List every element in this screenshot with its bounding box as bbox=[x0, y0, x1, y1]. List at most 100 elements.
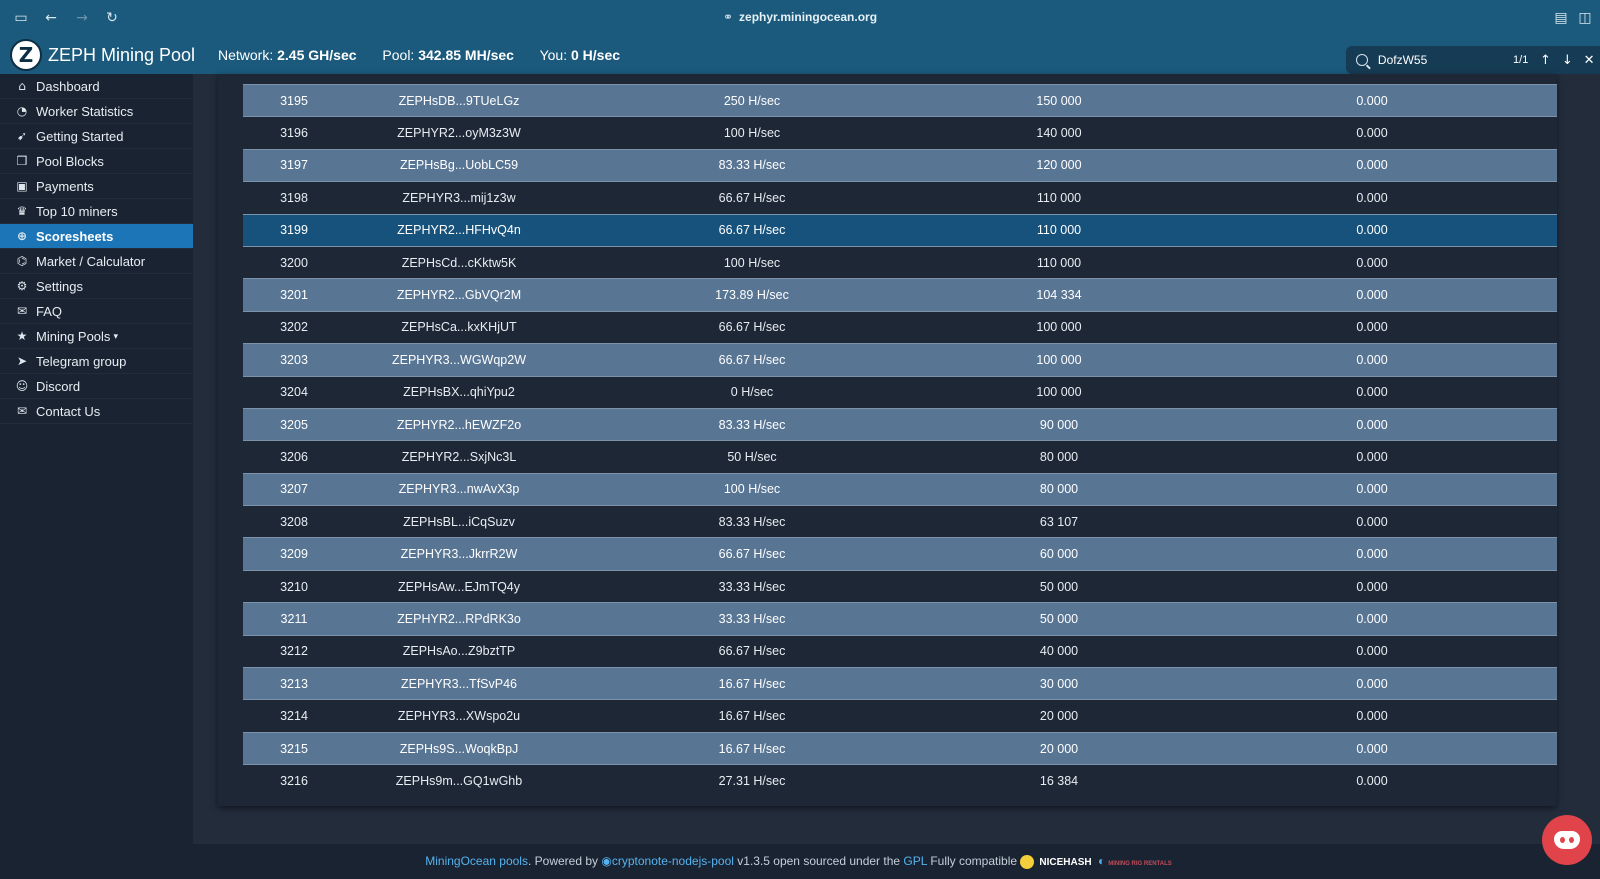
miner-address-cell: ZEPHsDB...9TUeLGz bbox=[345, 83, 573, 117]
hashrate-cell: 16.67 H/sec bbox=[573, 667, 931, 700]
address-bar[interactable]: ⚭ zephyr.miningocean.org bbox=[0, 10, 1600, 24]
sidebar-item-mining-pools[interactable]: ★ Mining Pools ▾ bbox=[0, 324, 193, 349]
score-cell: 80 000 bbox=[931, 440, 1187, 474]
hashrate-cell: 250 H/sec bbox=[573, 83, 931, 117]
table-row: 3208 ZEPHsBL...iCqSuzv 83.33 H/sec 63 107 0.… bbox=[243, 505, 1557, 538]
miner-address-cell: ZEPHsBX...qhiYpu2 bbox=[345, 375, 573, 409]
table-row: 3210 ZEPHsAw...EJmTQ4y 33.33 H/sec 50 000 0.… bbox=[243, 569, 1557, 603]
payout-cell: 0.000 bbox=[1187, 83, 1557, 117]
table-row: 3195 ZEPHsDB...9TUeLGz 250 H/sec 150 000 0.0… bbox=[243, 83, 1557, 117]
rank-cell: 3200 bbox=[243, 245, 345, 279]
table-row: 3212 ZEPHsAo...Z9bztTP 66.67 H/sec 40 000 0.… bbox=[243, 634, 1557, 668]
sidebar-item-scoresheets[interactable]: ⊕ Scoresheets bbox=[0, 224, 193, 249]
sidebar-item-telegram-group[interactable]: ➤ Telegram group bbox=[0, 349, 193, 374]
rank-cell: 3214 bbox=[243, 699, 345, 733]
split-view-icon[interactable]: ◫ bbox=[1576, 9, 1594, 27]
hashrate-cell: 27.31 H/sec bbox=[573, 764, 931, 798]
network-stat: Network: 2.45 GH/sec bbox=[218, 47, 357, 63]
score-cell: 60 000 bbox=[931, 537, 1187, 571]
sidebar-item-contact-us[interactable]: ✉ Contact Us bbox=[0, 399, 193, 424]
table-row: 3203 ZEPHYR3...WGWqp2W 66.67 H/sec 100 000 0… bbox=[243, 343, 1557, 377]
you-stat: You: 0 H/sec bbox=[539, 47, 621, 63]
payout-cell: 0.000 bbox=[1187, 602, 1557, 636]
find-previous-icon[interactable]: ↑ bbox=[1535, 53, 1557, 68]
table-row: 3207 ZEPHYR3...nwAvX3p 100 H/sec 80 000 0.00… bbox=[243, 472, 1557, 506]
support-icon: ⊕ bbox=[16, 229, 28, 243]
gpl-link[interactable]: GPL bbox=[903, 854, 927, 868]
find-next-icon[interactable]: ↓ bbox=[1556, 53, 1578, 68]
miningocean-pools-link[interactable]: MiningOcean pools bbox=[425, 854, 528, 868]
brand-title: ZEPH Mining Pool bbox=[48, 44, 196, 65]
rank-cell: 3205 bbox=[243, 407, 345, 441]
hashrate-cell: 83.33 H/sec bbox=[573, 505, 931, 538]
find-input[interactable]: DofzW55 bbox=[1378, 53, 1507, 67]
cryptonote-pool-link[interactable]: cryptonote-nodejs-pool bbox=[612, 854, 734, 868]
table-row: 3199 ZEPHYR2...HFHvQ4n 66.67 H/sec 110 000 0… bbox=[243, 213, 1557, 247]
score-cell: 100 000 bbox=[931, 375, 1187, 409]
miner-address-cell: ZEPHYR3...mij1z3w bbox=[345, 181, 573, 215]
rank-cell: 3207 bbox=[243, 472, 345, 506]
hashrate-cell: 0 H/sec bbox=[573, 375, 931, 409]
score-cell: 100 000 bbox=[931, 310, 1187, 344]
hashrate-cell: 66.67 H/sec bbox=[573, 634, 931, 668]
nicehash-logo[interactable]: NICEHASH bbox=[1036, 845, 1094, 879]
scoresheet-table: 3195 ZEPHsDB...9TUeLGz 250 H/sec 150 000 0.0… bbox=[243, 83, 1557, 798]
payout-cell: 0.000 bbox=[1187, 505, 1557, 538]
miner-address-cell: ZEPHYR3...XWspo2u bbox=[345, 699, 573, 733]
payout-cell: 0.000 bbox=[1187, 407, 1557, 441]
score-cell: 20 000 bbox=[931, 699, 1187, 733]
sidebar-item-worker-statistics[interactable]: ◔ Worker Statistics bbox=[0, 99, 193, 124]
sidebar-item-pool-blocks[interactable]: ❒ Pool Blocks bbox=[0, 149, 193, 174]
table-row: 3214 ZEPHYR3...XWspo2u 16.67 H/sec 20 000 0.… bbox=[243, 699, 1557, 733]
bank-icon: ⌬ bbox=[16, 254, 28, 268]
miner-address-cell: ZEPHsAw...EJmTQ4y bbox=[345, 569, 573, 603]
sidebar-item-market-calculator[interactable]: ⌬ Market / Calculator bbox=[0, 249, 193, 274]
hashrate-cell: 33.33 H/sec bbox=[573, 602, 931, 636]
table-row: 3197 ZEPHsBg...UobLC59 83.33 H/sec 120 000 0… bbox=[243, 148, 1557, 182]
sidebar-item-discord[interactable]: ☺ Discord bbox=[0, 374, 193, 399]
mrr-logo[interactable]: MINING RIG RENTALS bbox=[1105, 847, 1175, 879]
sidebar-item-getting-started[interactable]: ➹ Getting Started bbox=[0, 124, 193, 149]
rank-cell: 3203 bbox=[243, 343, 345, 377]
sidebar: ⌂ Dashboard ◔ Worker Statistics ➹ Getting S… bbox=[0, 74, 193, 844]
payout-cell: 0.000 bbox=[1187, 213, 1557, 247]
sidebar-item-payments[interactable]: ▣ Payments bbox=[0, 174, 193, 199]
payout-cell: 0.000 bbox=[1187, 181, 1557, 215]
rank-cell: 3195 bbox=[243, 83, 345, 117]
score-cell: 16 384 bbox=[931, 764, 1187, 798]
rank-cell: 3212 bbox=[243, 634, 345, 668]
discord-icon bbox=[1554, 831, 1580, 849]
find-close-icon[interactable]: ✕ bbox=[1578, 53, 1600, 68]
sidebar-item-settings[interactable]: ⚙ Settings bbox=[0, 274, 193, 299]
hashrate-cell: 100 H/sec bbox=[573, 245, 931, 279]
miner-address-cell: ZEPHsBL...iCqSuzv bbox=[345, 505, 573, 538]
score-cell: 40 000 bbox=[931, 634, 1187, 668]
sidebar-item-faq[interactable]: ✉ FAQ bbox=[0, 299, 193, 324]
sidebar-item-top-10-miners[interactable]: ♛ Top 10 miners bbox=[0, 199, 193, 224]
table-row: 3198 ZEPHYR3...mij1z3w 66.67 H/sec 110 000 0… bbox=[243, 181, 1557, 215]
rank-cell: 3211 bbox=[243, 602, 345, 636]
rank-cell: 3215 bbox=[243, 731, 345, 765]
find-match-count: 1/1 bbox=[1513, 54, 1529, 66]
hashrate-cell: 66.67 H/sec bbox=[573, 213, 931, 247]
score-cell: 80 000 bbox=[931, 472, 1187, 506]
hashrate-cell: 33.33 H/sec bbox=[573, 569, 931, 603]
reader-icon[interactable]: ▤ bbox=[1552, 9, 1570, 27]
rank-cell: 3198 bbox=[243, 181, 345, 215]
table-row: 3202 ZEPHsCa...kxKHjUT 66.67 H/sec 100 000 0… bbox=[243, 310, 1557, 344]
caret-down-icon: ▾ bbox=[113, 330, 118, 341]
score-cell: 140 000 bbox=[931, 116, 1187, 150]
discord-chat-button[interactable] bbox=[1542, 815, 1592, 865]
sidebar-item-dashboard[interactable]: ⌂ Dashboard bbox=[0, 74, 193, 99]
table-row: 3196 ZEPHYR2...oyM3z3W 100 H/sec 140 000 0.0… bbox=[243, 116, 1557, 150]
pool-stat: Pool: 342.85 MH/sec bbox=[382, 47, 514, 63]
payout-cell: 0.000 bbox=[1187, 375, 1557, 409]
hashrate-cell: 100 H/sec bbox=[573, 116, 931, 150]
hashrate-cell: 83.33 H/sec bbox=[573, 148, 931, 182]
rocket-icon: ➹ bbox=[16, 129, 28, 143]
money-icon: ▣ bbox=[16, 179, 28, 193]
compat-text: Fully compatible bbox=[930, 854, 1018, 868]
payout-cell: 0.000 bbox=[1187, 699, 1557, 733]
brand[interactable]: Z ZEPH Mining Pool bbox=[10, 36, 195, 74]
github-icon: ◉ bbox=[601, 854, 612, 868]
